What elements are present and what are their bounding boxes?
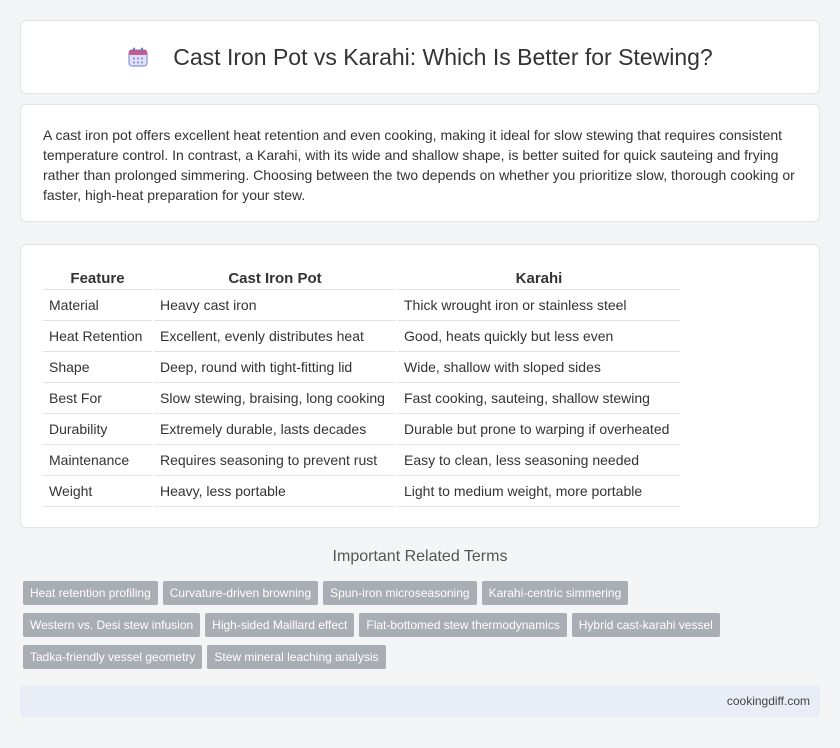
related-term-tag[interactable]: Western vs. Desi stew infusion [23, 613, 201, 637]
cell-karahi: Wide, shallow with sloped sides [398, 352, 680, 383]
table-row: Best For Slow stewing, braising, long co… [43, 383, 680, 414]
cell-cast-iron-pot: Extremely durable, lasts decades [154, 414, 396, 445]
cell-feature: Shape [43, 352, 152, 383]
table-row: Heat Retention Excellent, evenly distrib… [43, 321, 680, 352]
header-cast-iron-pot: Cast Iron Pot [154, 265, 396, 290]
page-title-text: Cast Iron Pot vs Karahi: Which Is Better… [173, 43, 713, 70]
related-term-tag[interactable]: Karahi-centric simmering [481, 581, 629, 605]
table-row: Durability Extremely durable, lasts deca… [43, 414, 680, 445]
cell-feature: Heat Retention [43, 321, 152, 352]
related-term-tag[interactable]: Flat-bottomed stew thermodynamics [359, 613, 567, 637]
header-karahi: Karahi [398, 265, 680, 290]
cell-feature: Maintenance [43, 445, 152, 476]
table-header-row: Feature Cast Iron Pot Karahi [43, 265, 680, 290]
related-terms-title: Important Related Terms [332, 548, 508, 565]
footer-site-link[interactable]: cookingdiff.com [727, 694, 810, 708]
cell-karahi: Durable but prone to warping if overheat… [398, 414, 680, 445]
cell-cast-iron-pot: Requires seasoning to prevent rust [154, 445, 396, 476]
table-row: Shape Deep, round with tight-fitting lid… [43, 352, 680, 383]
related-term-tag[interactable]: Stew mineral leaching analysis [207, 645, 386, 669]
cell-karahi: Light to medium weight, more portable [398, 476, 680, 507]
cell-karahi: Thick wrought iron or stainless steel [398, 290, 680, 321]
page-title: Cast Iron Pot vs Karahi: Which Is Better… [127, 43, 713, 71]
calendar-icon [128, 47, 148, 67]
related-term-tag[interactable]: Hybrid cast-karahi vessel [571, 613, 720, 637]
table-row: Material Heavy cast iron Thick wrought i… [43, 290, 680, 321]
cell-cast-iron-pot: Slow stewing, braising, long cooking [154, 383, 396, 414]
cell-feature: Weight [43, 476, 152, 507]
cell-feature: Material [43, 290, 152, 321]
cell-karahi: Easy to clean, less seasoning needed [398, 445, 680, 476]
related-terms-tags: Heat retention profiling Curvature-driven… [23, 581, 823, 677]
table-row: Maintenance Requires seasoning to preven… [43, 445, 680, 476]
cell-feature: Durability [43, 414, 152, 445]
cell-cast-iron-pot: Deep, round with tight-fitting lid [154, 352, 396, 383]
cell-cast-iron-pot: Heavy, less portable [154, 476, 396, 507]
cell-cast-iron-pot: Excellent, evenly distributes heat [154, 321, 396, 352]
comparison-card: Feature Cast Iron Pot Karahi Material He… [20, 244, 820, 528]
comparison-table: Feature Cast Iron Pot Karahi Material He… [43, 265, 680, 507]
related-term-tag[interactable]: Tadka-friendly vessel geometry [23, 645, 203, 669]
footer: cookingdiff.com [20, 685, 820, 717]
related-term-tag[interactable]: Curvature-driven browning [162, 581, 319, 605]
related-term-tag[interactable]: Spun-iron microseasoning [323, 581, 477, 605]
intro-card: A cast iron pot offers excellent heat re… [20, 104, 820, 222]
intro-paragraph: A cast iron pot offers excellent heat re… [43, 127, 795, 203]
cell-cast-iron-pot: Heavy cast iron [154, 290, 396, 321]
table-row: Weight Heavy, less portable Light to med… [43, 476, 680, 507]
cell-karahi: Good, heats quickly but less even [398, 321, 680, 352]
cell-feature: Best For [43, 383, 152, 414]
title-card: Cast Iron Pot vs Karahi: Which Is Better… [20, 20, 820, 94]
related-term-tag[interactable]: High-sided Maillard effect [205, 613, 355, 637]
related-term-tag[interactable]: Heat retention profiling [23, 581, 158, 605]
cell-karahi: Fast cooking, sauteing, shallow stewing [398, 383, 680, 414]
header-feature: Feature [43, 265, 152, 290]
